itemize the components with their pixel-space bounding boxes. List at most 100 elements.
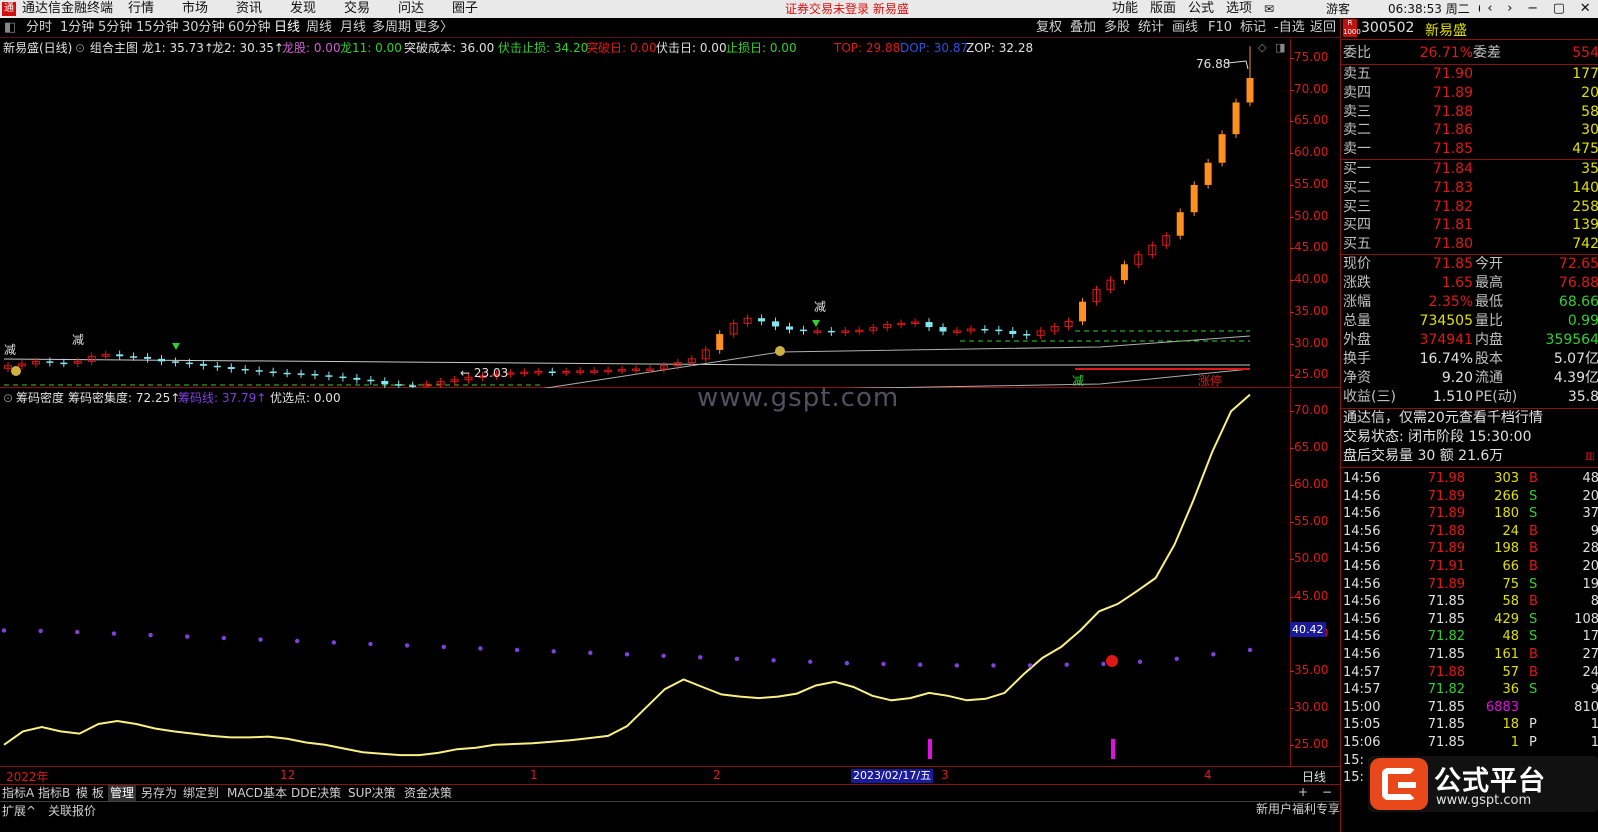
ask-price: 71.88 — [1432, 103, 1473, 120]
related-quote[interactable]: 关联报价 — [48, 802, 96, 819]
close-icon[interactable]: ✕ — [1580, 0, 1591, 18]
ask-row[interactable]: 卖二 71.86 30 — [1341, 121, 1598, 140]
panel-toggle-icon[interactable]: ◧ — [4, 18, 16, 38]
density-chart[interactable] — [0, 389, 1290, 767]
menu-banmian[interactable]: 版面 — [1150, 0, 1176, 18]
stat-value: 1.510 — [1432, 389, 1473, 405]
tool-tongji[interactable]: 统计 — [1138, 18, 1164, 38]
tool-zixuan[interactable]: -自选 — [1274, 18, 1305, 38]
tab-indicator-a[interactable]: 指标A — [2, 785, 34, 801]
stat-label-2: 最高 — [1475, 275, 1503, 291]
tool-huaxian[interactable]: 画线 — [1172, 18, 1198, 38]
tab-bind-to[interactable]: 绑定到 — [183, 785, 219, 801]
period-daily[interactable]: 日线 — [274, 18, 300, 38]
tick-list[interactable]: 14:56 71.98 303 B 48 14:56 71.89 266 S 20 14:56 71.… — [1341, 468, 1598, 804]
price-tick-mark — [1290, 311, 1294, 313]
clock-area: 06:38:53 周二 — [1386, 0, 1476, 18]
stat-value: 71.85 — [1432, 256, 1473, 272]
ask-row[interactable]: 卖一 71.85 475 — [1341, 140, 1598, 159]
tick-direction: B — [1529, 541, 1538, 557]
menu-hangqing[interactable]: 行情 — [128, 0, 154, 18]
menu-zixun[interactable]: 资讯 — [236, 0, 262, 18]
ask-row[interactable]: 卖四 71.89 20 — [1341, 84, 1598, 103]
tab-indicator-b[interactable]: 指标B — [38, 785, 70, 801]
stat-value-2: 76.88 — [1558, 275, 1598, 291]
tool-duogu[interactable]: 多股 — [1104, 18, 1130, 38]
tick-count: 9 — [1590, 523, 1598, 539]
promo-row[interactable]: 通达信，仅需20元查看千档行情 — [1341, 409, 1598, 428]
period-60min[interactable]: 60分钟 — [228, 18, 271, 38]
expand-toggle[interactable]: 扩展^ — [2, 802, 36, 819]
chip-density-panel[interactable]: ⊙ 筹码密度 筹码密集度: 72.25↑ 筹码线: 37.79↑ 优选点: 0.00… — [0, 383, 1340, 767]
chip-line-dot — [661, 653, 666, 659]
tool-fuquan[interactable]: 复权 — [1036, 18, 1062, 38]
zoom-out-icon[interactable]: − — [1322, 785, 1332, 799]
period-multi[interactable]: 多周期 — [372, 18, 411, 38]
mail-icon[interactable]: ✉ — [1264, 0, 1274, 18]
tool-diejia[interactable]: 叠加 — [1070, 18, 1096, 38]
trade-login-notice[interactable]: 证券交易未登录 新易盛 — [785, 0, 909, 18]
tab-manage[interactable]: 管理 — [108, 785, 137, 801]
period-monthly[interactable]: 月线 — [340, 18, 366, 38]
bid-row[interactable]: 买三 71.82 258 — [1341, 198, 1598, 217]
main-kline-panel[interactable]: 新易盛(日线) ⊙ 组合主图 龙1: 35.73↑ 龙2: 30.35↑ 龙股: 0… — [0, 39, 1340, 388]
candle-body — [716, 334, 724, 350]
bid-row[interactable]: 买五 71.80 742 — [1341, 235, 1598, 254]
tool-biaoji[interactable]: 标记 — [1240, 18, 1266, 38]
tab-fund[interactable]: 资金决策 — [404, 785, 452, 801]
tick-price: 71.88 — [1427, 523, 1465, 539]
period-fenshi[interactable]: 分时 — [26, 18, 52, 38]
new-user-promo[interactable]: 新用户福利专享 — [1256, 801, 1340, 817]
menu-gongneng[interactable]: 功能 — [1112, 0, 1138, 18]
menu-quanzi[interactable]: 圈子 — [452, 0, 478, 18]
tick-time: 14:57 — [1343, 664, 1381, 680]
bid-row[interactable]: 买二 71.83 140 — [1341, 179, 1598, 198]
stock-code: 300502 — [1361, 20, 1415, 36]
ask-row[interactable]: 卖五 71.90 177 — [1341, 65, 1598, 84]
density-tick-mark — [1290, 448, 1294, 450]
tick-time: 14:56 — [1343, 629, 1381, 645]
candle-body — [46, 361, 54, 363]
bid-row[interactable]: 买四 71.81 139 — [1341, 216, 1598, 235]
menu-shichang[interactable]: 市场 — [182, 0, 208, 18]
menu-xuanxiang[interactable]: 选项 — [1226, 0, 1252, 18]
ask-row[interactable]: 卖三 71.88 58 — [1341, 103, 1598, 122]
back-arrow-icon[interactable]: ‹ — [1487, 0, 1492, 18]
period-30min[interactable]: 30分钟 — [182, 18, 225, 38]
candle-body — [116, 354, 124, 357]
maximize-icon[interactable]: ▢ — [1553, 0, 1565, 18]
tick-count: 17 — [1582, 629, 1598, 645]
menu-faxian[interactable]: 发现 — [290, 0, 316, 18]
tab-sup[interactable]: SUP决策 — [348, 785, 396, 801]
promo-text[interactable]: 通达信，仅需20元查看千档行情 — [1343, 409, 1543, 428]
tab-save-as[interactable]: 另存为 — [141, 785, 177, 801]
ma-line-mid — [543, 335, 1251, 388]
bid-row[interactable]: 买一 71.84 35 — [1341, 160, 1598, 179]
bid-volume: 258 — [1572, 198, 1598, 215]
ask-volume: 475 — [1572, 141, 1598, 158]
tool-f10[interactable]: F10 — [1208, 18, 1232, 38]
period-more[interactable]: 更多〉 — [414, 18, 453, 38]
minimize-icon[interactable]: − — [1527, 0, 1538, 18]
user-name[interactable]: 游客 — [1326, 0, 1350, 18]
tick-volume: 57 — [1502, 664, 1519, 680]
period-label[interactable]: 日线 — [1302, 768, 1326, 785]
zoom-in-icon[interactable]: + — [1298, 785, 1308, 799]
tab-dde[interactable]: DDE决策 — [291, 785, 341, 801]
menu-jiaoyi[interactable]: 交易 — [344, 0, 370, 18]
menu-gongshi[interactable]: 公式 — [1188, 0, 1214, 18]
period-15min[interactable]: 15分钟 — [136, 18, 179, 38]
period-5min[interactable]: 5分钟 — [98, 18, 132, 38]
menu-wenda[interactable]: 问达 — [398, 0, 424, 18]
tab-template[interactable]: 模 板 — [76, 785, 104, 801]
chip-line-dot — [1101, 661, 1106, 667]
forward-arrow-icon[interactable]: › — [1507, 0, 1512, 18]
tool-fanhui[interactable]: 返回 — [1310, 18, 1336, 38]
tick-price: 71.91 — [1427, 559, 1465, 574]
kline-chart[interactable]: 76.88← 23.03减减减减 涨停 — [0, 39, 1290, 388]
tab-macd[interactable]: MACD基本 — [227, 785, 287, 801]
trade-status-row: 交易状态: 闭市阶段 15:30:00 — [1341, 428, 1598, 447]
bar-chart-icon[interactable]: ▥ — [1585, 447, 1594, 466]
period-weekly[interactable]: 周线 — [306, 18, 332, 38]
period-1min[interactable]: 1分钟 — [60, 18, 94, 38]
